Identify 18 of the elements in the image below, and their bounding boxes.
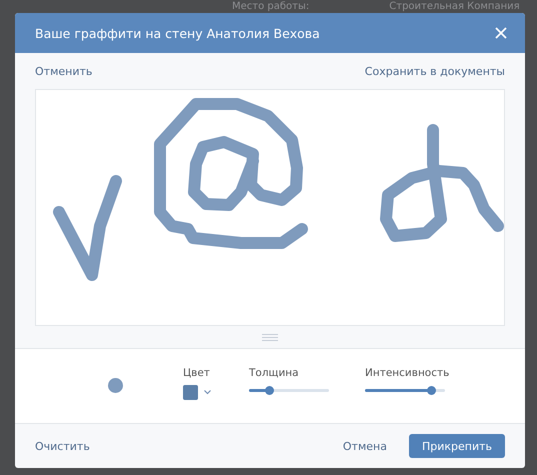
dialog-title: Ваше граффити на стену Анатолия Вехова: [35, 26, 320, 40]
color-picker[interactable]: [183, 385, 211, 400]
color-label: Цвет: [183, 367, 211, 381]
slider-track[interactable]: [249, 389, 329, 392]
brush-preview: [108, 378, 123, 393]
cancel-link[interactable]: Отменить: [35, 64, 92, 78]
drawing-canvas[interactable]: [35, 89, 505, 326]
background-text: Строительная Компания: [389, 0, 520, 13]
caret-icon: [204, 390, 211, 395]
slider-label: Интенсивность: [365, 367, 450, 381]
close-icon[interactable]: [495, 27, 507, 39]
slider-label: Толщина: [249, 367, 300, 381]
slider-track[interactable]: [365, 389, 445, 392]
clear-link[interactable]: Очистить: [35, 440, 90, 452]
attach-button[interactable]: Прикрепить: [408, 434, 505, 458]
background-text: Место работы:: [232, 0, 310, 13]
save-to-documents-link[interactable]: Сохранить в документы: [364, 64, 505, 78]
cancel-button[interactable]: Отмена: [342, 440, 387, 452]
